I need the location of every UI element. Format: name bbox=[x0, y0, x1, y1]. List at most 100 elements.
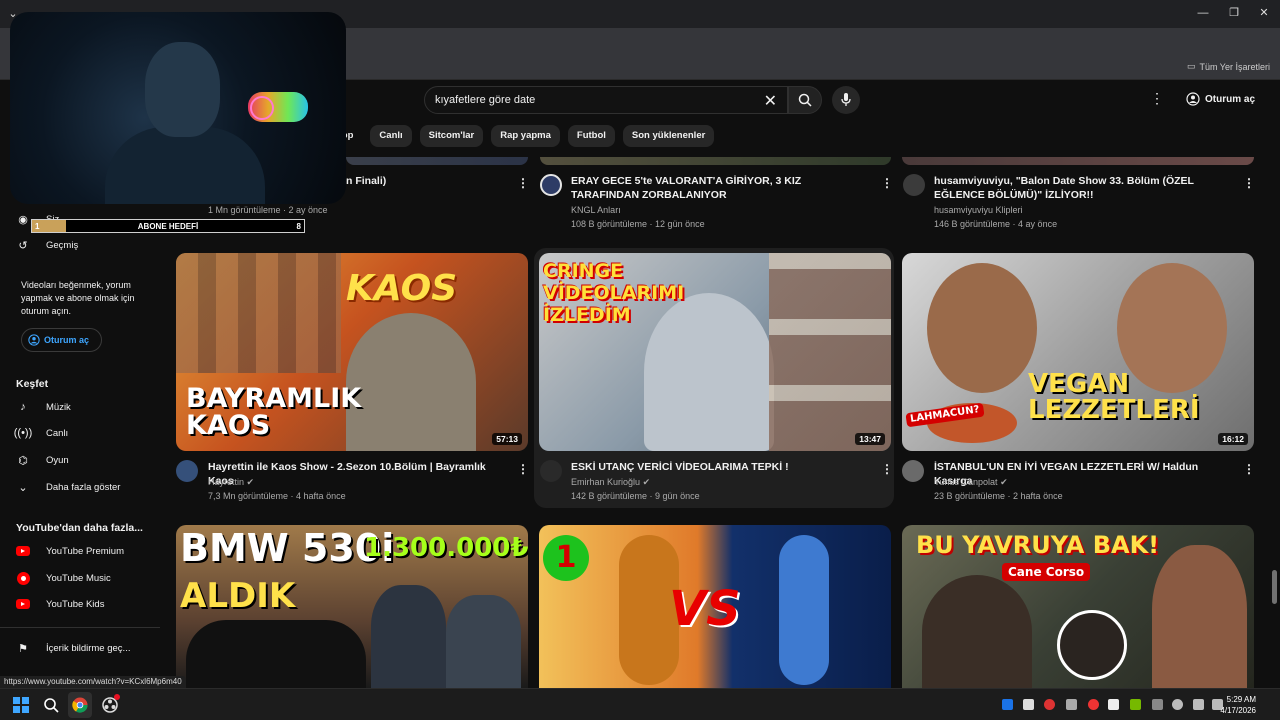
video-stats: 108 B görüntüleme · 12 gün önce bbox=[571, 219, 705, 229]
chip[interactable]: Futbol bbox=[567, 125, 615, 147]
video-thumbnail[interactable]: VS 1 bbox=[539, 525, 891, 688]
flag-icon: ⚑ bbox=[18, 642, 28, 655]
tray-app-icon[interactable] bbox=[1044, 699, 1055, 710]
channel-name-text: Hayrettin bbox=[208, 477, 245, 487]
video-duration: 16:12 bbox=[1218, 433, 1248, 445]
video-thumbnail[interactable]: BU YAVRUYA BAK! Cane Corso bbox=[902, 525, 1254, 688]
streamer-body bbox=[105, 127, 265, 204]
sidebar-item-report[interactable]: ⚑ İçerik bildirme geç... bbox=[16, 638, 130, 658]
clear-search-icon[interactable]: ✕ bbox=[764, 91, 777, 111]
minimize-icon[interactable]: — bbox=[1196, 6, 1210, 20]
microphone-icon[interactable] bbox=[1172, 699, 1183, 710]
sidebar-item-music[interactable]: ♪ Müzik bbox=[16, 397, 71, 417]
video-duration: 13:47 bbox=[855, 433, 885, 445]
video-thumbnail[interactable] bbox=[902, 157, 1254, 165]
sidebar-item-youtube-music[interactable]: YouTube Music bbox=[16, 568, 111, 588]
thumbnail-title-text: BAYRAMLIK KAOS bbox=[186, 383, 362, 441]
video-menu-icon[interactable]: ⋮ bbox=[1243, 462, 1255, 476]
video-menu-icon[interactable]: ⋮ bbox=[517, 462, 529, 476]
channel-name[interactable]: Emirhan Kurioğlu ✔ bbox=[571, 477, 650, 488]
youtube-premium-icon bbox=[16, 546, 30, 556]
clock-date: 4/17/2026 bbox=[1220, 706, 1256, 715]
webcam-overlay bbox=[10, 12, 346, 204]
thumbnail-sub-text: ALDIK bbox=[180, 576, 296, 616]
account-icon bbox=[1186, 92, 1200, 106]
search-button[interactable] bbox=[788, 86, 822, 114]
header-signin-button[interactable]: Oturum aç bbox=[1180, 88, 1261, 110]
thumbnail-title-text: BU YAVRUYA BAK! bbox=[916, 531, 1160, 559]
chip[interactable]: Canlı bbox=[370, 125, 412, 147]
tray-app-icon[interactable] bbox=[1108, 699, 1119, 710]
steam-icon[interactable] bbox=[1023, 699, 1034, 710]
video-menu-icon[interactable]: ⋮ bbox=[881, 176, 893, 190]
tray-app-icon[interactable] bbox=[1002, 699, 1013, 710]
all-bookmarks-button[interactable]: ▭ Tüm Yer İşaretleri bbox=[1187, 61, 1270, 72]
network-icon[interactable] bbox=[1193, 699, 1204, 710]
thumbnail-character bbox=[779, 535, 829, 685]
thumbnail-person bbox=[927, 263, 1037, 393]
sidebar-item-label: YouTube Music bbox=[46, 572, 111, 584]
settings-more-icon[interactable]: ⋮ bbox=[1150, 90, 1164, 107]
youtube-music-icon bbox=[16, 571, 30, 585]
video-menu-icon[interactable]: ⋮ bbox=[1243, 176, 1255, 190]
battery-icon[interactable] bbox=[1152, 699, 1163, 710]
search-box: ✕ bbox=[424, 86, 788, 114]
page-scrollbar[interactable] bbox=[1272, 570, 1277, 604]
sidebar-show-more[interactable]: ⌄ Daha fazla göster bbox=[16, 477, 120, 497]
close-window-icon[interactable]: ✕ bbox=[1257, 6, 1271, 20]
channel-avatar[interactable] bbox=[902, 460, 924, 482]
sidebar-signin-button[interactable]: Oturum aç bbox=[21, 328, 102, 352]
video-stats: 146 B görüntüleme · 4 ay önce bbox=[934, 219, 1058, 229]
sidebar-item-youtube-premium[interactable]: YouTube Premium bbox=[16, 541, 124, 561]
thumbnail-title-text: VS bbox=[669, 581, 741, 637]
restore-icon[interactable]: ❐ bbox=[1227, 6, 1241, 20]
channel-avatar[interactable] bbox=[540, 174, 562, 196]
tray-app-icon[interactable] bbox=[1066, 699, 1077, 710]
tray-app-icon[interactable] bbox=[1088, 699, 1099, 710]
thumbnail-faces bbox=[769, 253, 891, 451]
sidebar-item-gaming[interactable]: ⌬ Oyun bbox=[16, 450, 69, 470]
nvidia-icon[interactable] bbox=[1130, 699, 1141, 710]
sidebar-item-history[interactable]: ↺ Geçmiş bbox=[16, 235, 78, 255]
video-title[interactable]: n Finali) bbox=[346, 174, 506, 188]
signin-prompt-text: Videoları beğenmek, yorum yapmak ve abon… bbox=[21, 280, 135, 316]
video-title[interactable]: ESKİ UTANÇ VERİCİ VİDEOLARIMA TEPKİ ! bbox=[571, 460, 871, 474]
channel-name[interactable]: Yunus Canpolat ✔ bbox=[934, 477, 1008, 488]
sidebar-item-live[interactable]: ((•)) Canlı bbox=[14, 423, 68, 443]
video-menu-icon[interactable]: ⋮ bbox=[881, 462, 893, 476]
video-menu-icon[interactable]: ⋮ bbox=[517, 176, 529, 190]
video-thumbnail[interactable] bbox=[540, 157, 891, 165]
account-icon bbox=[28, 334, 40, 346]
video-thumbnail[interactable] bbox=[346, 157, 528, 165]
channel-name[interactable]: husamviyuviyu Klipleri bbox=[934, 205, 1023, 215]
sidebar-item-label: Müzik bbox=[46, 401, 71, 413]
voice-search-button[interactable] bbox=[832, 86, 860, 114]
chip[interactable]: Son yüklenenler bbox=[622, 125, 715, 147]
search-icon bbox=[798, 93, 812, 107]
channel-name[interactable]: KNGL Anları bbox=[571, 205, 621, 215]
channel-avatar[interactable] bbox=[903, 174, 925, 196]
search-icon[interactable] bbox=[43, 697, 59, 713]
video-thumbnail[interactable]: VEGAN LEZZETLERİ LAHMACUN? 16:12 bbox=[902, 253, 1254, 451]
thumbnail-person bbox=[371, 585, 446, 688]
video-title[interactable]: husamviyuviyu, "Balon Date Show 33. Bölü… bbox=[934, 174, 1234, 202]
windows-start-icon[interactable] bbox=[13, 697, 29, 713]
video-title[interactable]: ERAY GECE 5'te VALORANT'A GİRİYOR, 3 KIZ… bbox=[571, 174, 871, 202]
channel-avatar[interactable] bbox=[176, 460, 198, 482]
video-thumbnail[interactable]: CRINGE VİDEOLARIMI İZLEDİM 13:47 bbox=[539, 253, 891, 451]
chip[interactable]: Sitcom'lar bbox=[419, 125, 484, 147]
sidebar-item-label: YouTube Premium bbox=[46, 545, 124, 557]
taskbar-clock[interactable]: 5:29 AM 4/17/2026 bbox=[1220, 694, 1256, 716]
video-stats: 23 B görüntüleme · 2 hafta önce bbox=[934, 491, 1063, 501]
video-thumbnail[interactable]: BMW 530i 1.300.000₺ ALDIK bbox=[176, 525, 528, 688]
thumbnail-title-text: VEGAN LEZZETLERİ bbox=[1028, 369, 1200, 425]
channel-name[interactable]: Hayrettin ✔ bbox=[208, 477, 254, 488]
channel-name-text: Emirhan Kurioğlu bbox=[571, 477, 641, 487]
channel-avatar[interactable] bbox=[540, 460, 562, 482]
video-thumbnail[interactable]: KAOS BAYRAMLIK KAOS 57:13 bbox=[176, 253, 528, 451]
header-signin-label: Oturum aç bbox=[1205, 93, 1256, 105]
chrome-taskbar-button[interactable] bbox=[68, 692, 92, 718]
search-input[interactable] bbox=[435, 94, 755, 106]
chip[interactable]: Rap yapma bbox=[491, 125, 560, 147]
sidebar-item-youtube-kids[interactable]: YouTube Kids bbox=[16, 594, 104, 614]
